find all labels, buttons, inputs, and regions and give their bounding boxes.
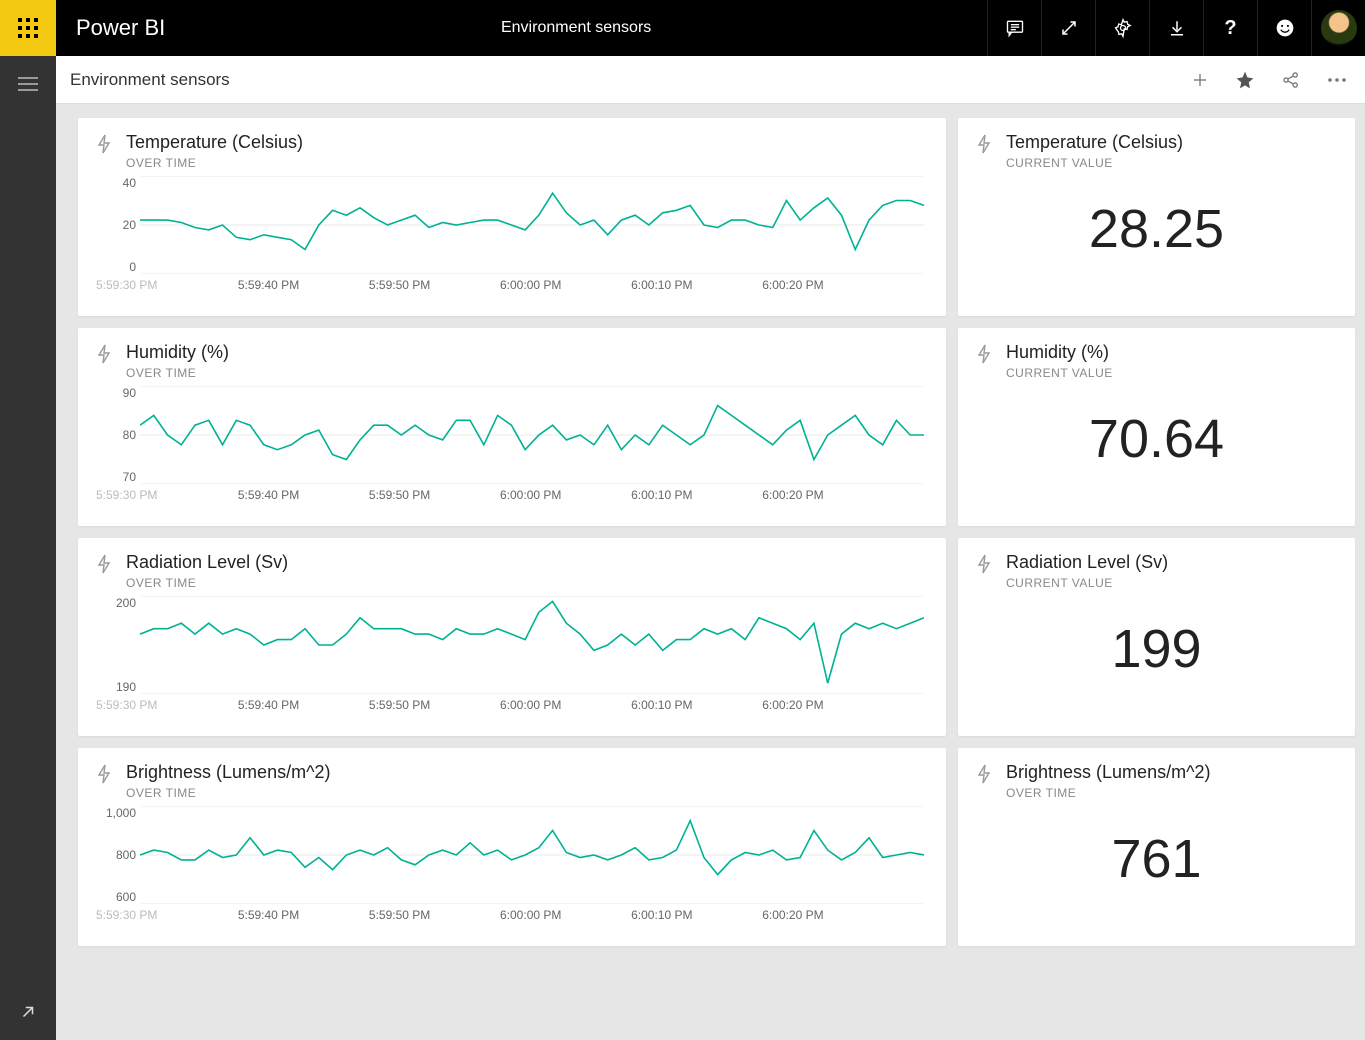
- settings-button[interactable]: [1095, 0, 1149, 56]
- tile-subtitle: OVER TIME: [1006, 786, 1211, 800]
- tile-title: Brightness (Lumens/m^2): [126, 762, 331, 783]
- user-avatar[interactable]: [1311, 0, 1365, 56]
- ellipsis-icon: [1327, 77, 1347, 83]
- lightning-icon: [96, 134, 112, 159]
- tile-temperature-chart[interactable]: Temperature (Celsius) OVER TIME 40200 5:…: [78, 118, 946, 316]
- tile-subtitle: CURRENT VALUE: [1006, 576, 1168, 590]
- tile-title: Brightness (Lumens/m^2): [1006, 762, 1211, 783]
- dashboard: Temperature (Celsius) OVER TIME 40200 5:…: [56, 104, 1365, 1040]
- feedback-button[interactable]: [1257, 0, 1311, 56]
- current-value-radiation: 199: [976, 618, 1337, 680]
- help-button[interactable]: ?: [1203, 0, 1257, 56]
- tile-radiation-chart[interactable]: Radiation Level (Sv) OVER TIME 200190 5:…: [78, 538, 946, 736]
- page-actions: [1191, 70, 1347, 90]
- tile-humidity-value[interactable]: Humidity (%) CURRENT VALUE 70.64: [958, 328, 1355, 526]
- tile-title: Temperature (Celsius): [1006, 132, 1183, 153]
- tile-subtitle: OVER TIME: [126, 156, 303, 170]
- current-value-brightness: 761: [976, 828, 1337, 890]
- tile-subtitle: OVER TIME: [126, 786, 331, 800]
- star-icon: [1235, 70, 1255, 90]
- tile-subtitle: OVER TIME: [126, 366, 229, 380]
- fullscreen-button[interactable]: [1041, 0, 1095, 56]
- add-button[interactable]: [1191, 71, 1209, 89]
- avatar-image: [1321, 10, 1357, 46]
- tile-title: Radiation Level (Sv): [126, 552, 288, 573]
- lightning-icon: [976, 134, 992, 159]
- chart-brightness: 1,000800600 5:59:30 PM5:59:40 PM5:59:50 …: [96, 806, 928, 926]
- lightning-icon: [976, 764, 992, 789]
- app-launcher-button[interactable]: [0, 0, 56, 56]
- subheader: Environment sensors: [56, 56, 1365, 104]
- tile-title: Temperature (Celsius): [126, 132, 303, 153]
- comments-button[interactable]: [987, 0, 1041, 56]
- waffle-icon: [18, 18, 38, 38]
- comments-icon: [1005, 18, 1025, 38]
- brand-label: Power BI: [56, 15, 165, 41]
- more-button[interactable]: [1327, 77, 1347, 83]
- hamburger-icon: [18, 77, 38, 91]
- help-icon: ?: [1224, 17, 1236, 40]
- chart-radiation: 200190 5:59:30 PM5:59:40 PM5:59:50 PM6:0…: [96, 596, 928, 716]
- favorite-button[interactable]: [1235, 70, 1255, 90]
- tile-radiation-value[interactable]: Radiation Level (Sv) CURRENT VALUE 199: [958, 538, 1355, 736]
- lightning-icon: [96, 554, 112, 579]
- left-rail: [0, 56, 56, 1040]
- tile-brightness-value[interactable]: Brightness (Lumens/m^2) OVER TIME 761: [958, 748, 1355, 946]
- gear-icon: [1113, 18, 1133, 38]
- tile-brightness-chart[interactable]: Brightness (Lumens/m^2) OVER TIME 1,0008…: [78, 748, 946, 946]
- tile-subtitle: CURRENT VALUE: [1006, 156, 1183, 170]
- nav-toggle-button[interactable]: [0, 56, 56, 112]
- current-value-humidity: 70.64: [976, 408, 1337, 470]
- arrow-up-right-icon: [19, 1003, 37, 1021]
- download-icon: [1168, 19, 1186, 37]
- tile-title: Humidity (%): [1006, 342, 1113, 363]
- tile-title: Humidity (%): [126, 342, 229, 363]
- share-button[interactable]: [1281, 70, 1301, 90]
- expand-icon: [1060, 19, 1078, 37]
- chart-humidity: 908070 5:59:30 PM5:59:40 PM5:59:50 PM6:0…: [96, 386, 928, 506]
- lightning-icon: [96, 344, 112, 369]
- plus-icon: [1191, 71, 1209, 89]
- document-title: Environment sensors: [165, 19, 987, 37]
- lightning-icon: [976, 554, 992, 579]
- tile-subtitle: CURRENT VALUE: [1006, 366, 1113, 380]
- share-icon: [1281, 70, 1301, 90]
- page-title: Environment sensors: [70, 70, 230, 90]
- tile-temperature-value[interactable]: Temperature (Celsius) CURRENT VALUE 28.2…: [958, 118, 1355, 316]
- smile-icon: [1275, 18, 1295, 38]
- top-bar: Power BI Environment sensors ?: [0, 0, 1365, 56]
- lightning-icon: [976, 344, 992, 369]
- current-value-temperature: 28.25: [976, 198, 1337, 260]
- chart-temperature: 40200 5:59:30 PM5:59:40 PM5:59:50 PM6:00…: [96, 176, 928, 296]
- lightning-icon: [96, 764, 112, 789]
- tile-title: Radiation Level (Sv): [1006, 552, 1168, 573]
- download-button[interactable]: [1149, 0, 1203, 56]
- popout-button[interactable]: [0, 984, 56, 1040]
- top-actions: ?: [987, 0, 1365, 56]
- tile-humidity-chart[interactable]: Humidity (%) OVER TIME 908070 5:59:30 PM…: [78, 328, 946, 526]
- tile-subtitle: OVER TIME: [126, 576, 288, 590]
